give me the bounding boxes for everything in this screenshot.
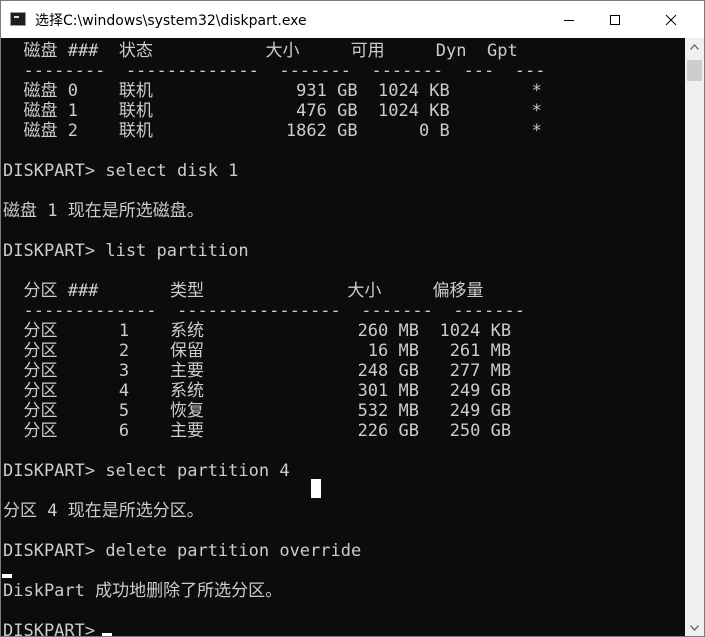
close-button[interactable]	[648, 1, 694, 38]
console-line: -------- ------------- ------- ------- -…	[3, 61, 546, 81]
scroll-thumb[interactable]	[687, 60, 702, 81]
chevron-up-icon	[690, 43, 699, 50]
maximize-icon	[610, 14, 620, 25]
chevron-down-icon	[690, 624, 699, 631]
console-line: 分区 1 系统 260 MB 1024 KB	[3, 321, 512, 341]
minimize-button[interactable]	[546, 1, 592, 38]
console-line: 分区 6 主要 226 GB 250 GB	[3, 421, 512, 441]
console-line: 磁盘 1 现在是所选磁盘。	[3, 201, 204, 221]
window-title: 选择C:\windows\system32\diskpart.exe	[35, 13, 307, 29]
vertical-scrollbar[interactable]	[685, 38, 704, 636]
console-line: 分区 4 现在是所选分区。	[3, 501, 204, 521]
console-line: 磁盘 0 联机 931 GB 1024 KB *	[3, 81, 542, 101]
console-line: DISKPART> select partition 4	[3, 461, 290, 481]
console-line: 磁盘 1 联机 476 GB 1024 KB *	[3, 101, 542, 121]
console-line: 分区 5 恢复 532 MB 249 GB	[3, 401, 512, 421]
console-output[interactable]: 磁盘 ### 状态 大小 可用 Dyn Gpt -------- -------…	[2, 38, 685, 636]
minimize-icon	[564, 19, 574, 21]
prompt-cursor	[102, 633, 112, 636]
console-line: DISKPART>	[3, 621, 106, 636]
scroll-up-button[interactable]	[685, 38, 704, 55]
console-line: DISKPART> list partition	[3, 241, 249, 261]
console-line: 分区 3 主要 248 GB 277 MB	[3, 361, 512, 381]
console-window: 选择C:\windows\system32\diskpart.exe 磁盘 ##…	[0, 0, 705, 637]
console-line: DiskPart 成功地删除了所选分区。	[3, 581, 283, 601]
close-icon	[665, 14, 677, 25]
console-line: 磁盘 ### 状态 大小 可用 Dyn Gpt	[3, 41, 518, 61]
stray-cursor-mark	[2, 574, 12, 578]
console-line: 分区 ### 类型 大小 偏移量	[3, 281, 484, 301]
console-line: DISKPART> select disk 1	[3, 161, 239, 181]
console-line: 磁盘 2 联机 1862 GB 0 B *	[3, 121, 542, 141]
console-line: ------------- ---------------- ------- -…	[3, 301, 525, 321]
title-bar[interactable]: 选择C:\windows\system32\diskpart.exe	[1, 1, 704, 38]
console-line: 分区 4 系统 301 MB 249 GB	[3, 381, 512, 401]
console-icon	[10, 12, 26, 26]
mouse-text-cursor	[311, 479, 321, 498]
maximize-button[interactable]	[592, 1, 638, 38]
console-line: 分区 2 保留 16 MB 261 MB	[3, 341, 512, 361]
console-line: DISKPART> delete partition override	[3, 541, 362, 561]
scroll-down-button[interactable]	[685, 619, 704, 636]
